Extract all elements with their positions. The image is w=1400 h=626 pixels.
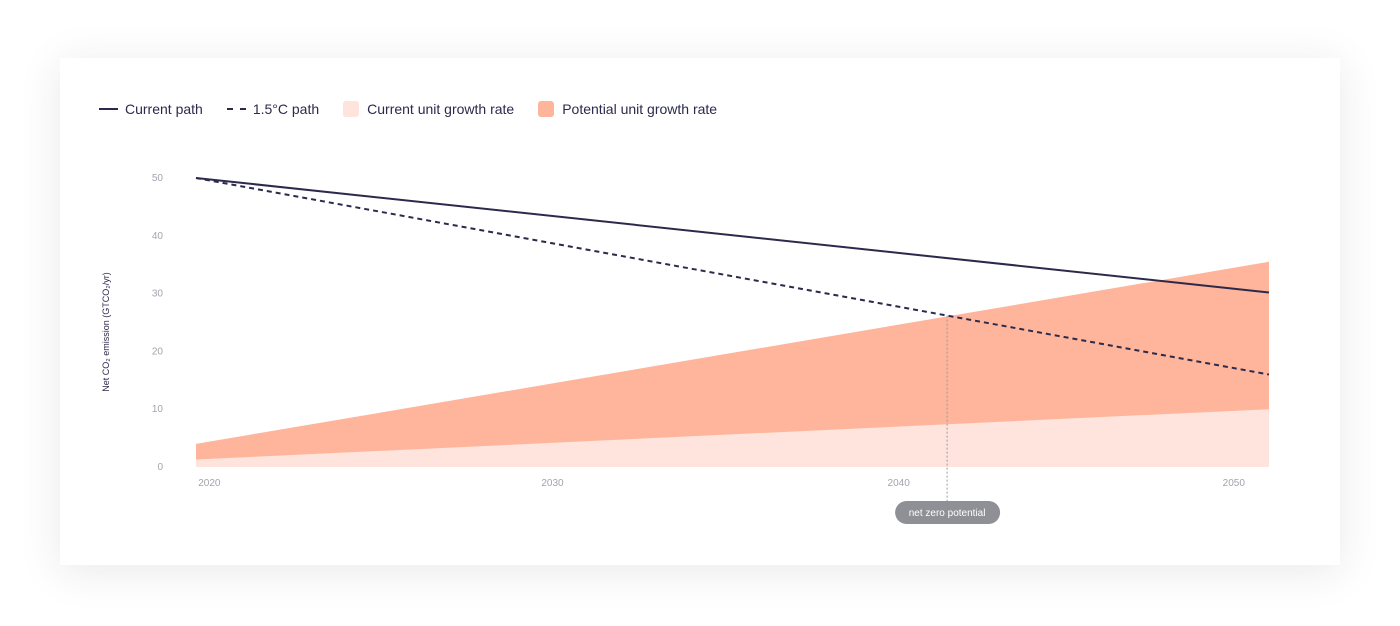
y-tick-label: 40 — [152, 231, 164, 242]
y-tick-label: 50 — [152, 173, 164, 184]
x-tick-label: 2040 — [888, 478, 911, 489]
y-tick-label: 0 — [157, 462, 163, 473]
line-current-path — [195, 177, 1270, 294]
emissions-chart: 010203040502020 2030 2040 2050Net CO₂ emiss… — [101, 173, 1270, 524]
y-tick-label: 20 — [152, 346, 164, 357]
x-tick-label: 2030 — [541, 478, 564, 489]
annotation-label: net zero potential — [909, 508, 986, 519]
y-tick-label: 30 — [152, 289, 164, 300]
x-tick-label: 2020 — [198, 478, 221, 489]
y-tick-label: 10 — [152, 404, 164, 415]
y-axis-label: Net CO₂ emission (GTCO₂/yr) — [101, 272, 111, 392]
x-tick-label: 2050 — [1223, 478, 1246, 489]
